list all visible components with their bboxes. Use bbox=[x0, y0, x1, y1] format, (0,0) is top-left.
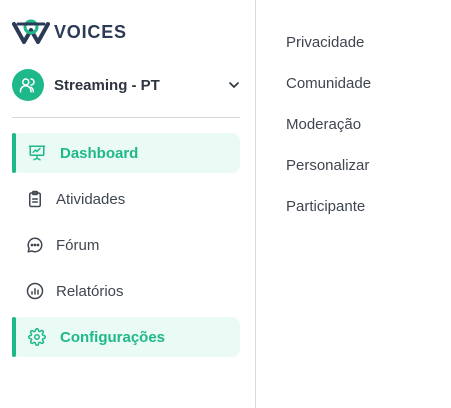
submenu-item-comunidade[interactable]: Comunidade bbox=[286, 71, 371, 112]
presentation-icon bbox=[28, 144, 46, 162]
workspace-avatar bbox=[12, 69, 44, 101]
submenu-item-participante[interactable]: Participante bbox=[286, 194, 371, 235]
chevron-down-icon[interactable] bbox=[226, 77, 242, 93]
brand-name: VOICES bbox=[54, 21, 127, 42]
sidebar-item-label: Atividades bbox=[56, 190, 126, 208]
brand-logo[interactable]: VOICES bbox=[12, 18, 127, 46]
sidebar-item-label: Fórum bbox=[56, 236, 100, 254]
submenu-item-moderacao[interactable]: Moderação bbox=[286, 112, 371, 153]
gear-icon bbox=[28, 328, 46, 346]
chat-bubble-icon bbox=[26, 236, 44, 254]
workspace-selector[interactable]: Streaming - PT bbox=[12, 68, 244, 102]
sidebar-item-relatorios[interactable]: Relatórios bbox=[12, 271, 240, 311]
submenu-item-privacidade[interactable]: Privacidade bbox=[286, 30, 371, 71]
sidebar-divider bbox=[12, 117, 240, 118]
sidebar-item-label: Configurações bbox=[60, 328, 166, 346]
workspace-name: Streaming - PT bbox=[54, 76, 160, 94]
sidebar-item-dashboard[interactable]: Dashboard bbox=[12, 133, 240, 173]
submenu-item-personalizar[interactable]: Personalizar bbox=[286, 153, 371, 194]
sidebar-item-label: Dashboard bbox=[60, 144, 139, 162]
settings-submenu: Privacidade Comunidade Moderação Persona… bbox=[286, 30, 371, 235]
voices-logo-icon bbox=[12, 19, 50, 44]
sidebar-item-label: Relatórios bbox=[56, 282, 124, 300]
sidebar-item-atividades[interactable]: Atividades bbox=[12, 179, 240, 219]
sidebar-item-forum[interactable]: Fórum bbox=[12, 225, 240, 265]
users-icon bbox=[19, 78, 35, 93]
sidebar: VOICES Streaming - PT Dashboard Atividad… bbox=[0, 0, 256, 408]
clipboard-icon bbox=[26, 190, 44, 208]
sidebar-item-configuracoes[interactable]: Configurações bbox=[12, 317, 240, 357]
bar-chart-icon bbox=[26, 282, 44, 300]
